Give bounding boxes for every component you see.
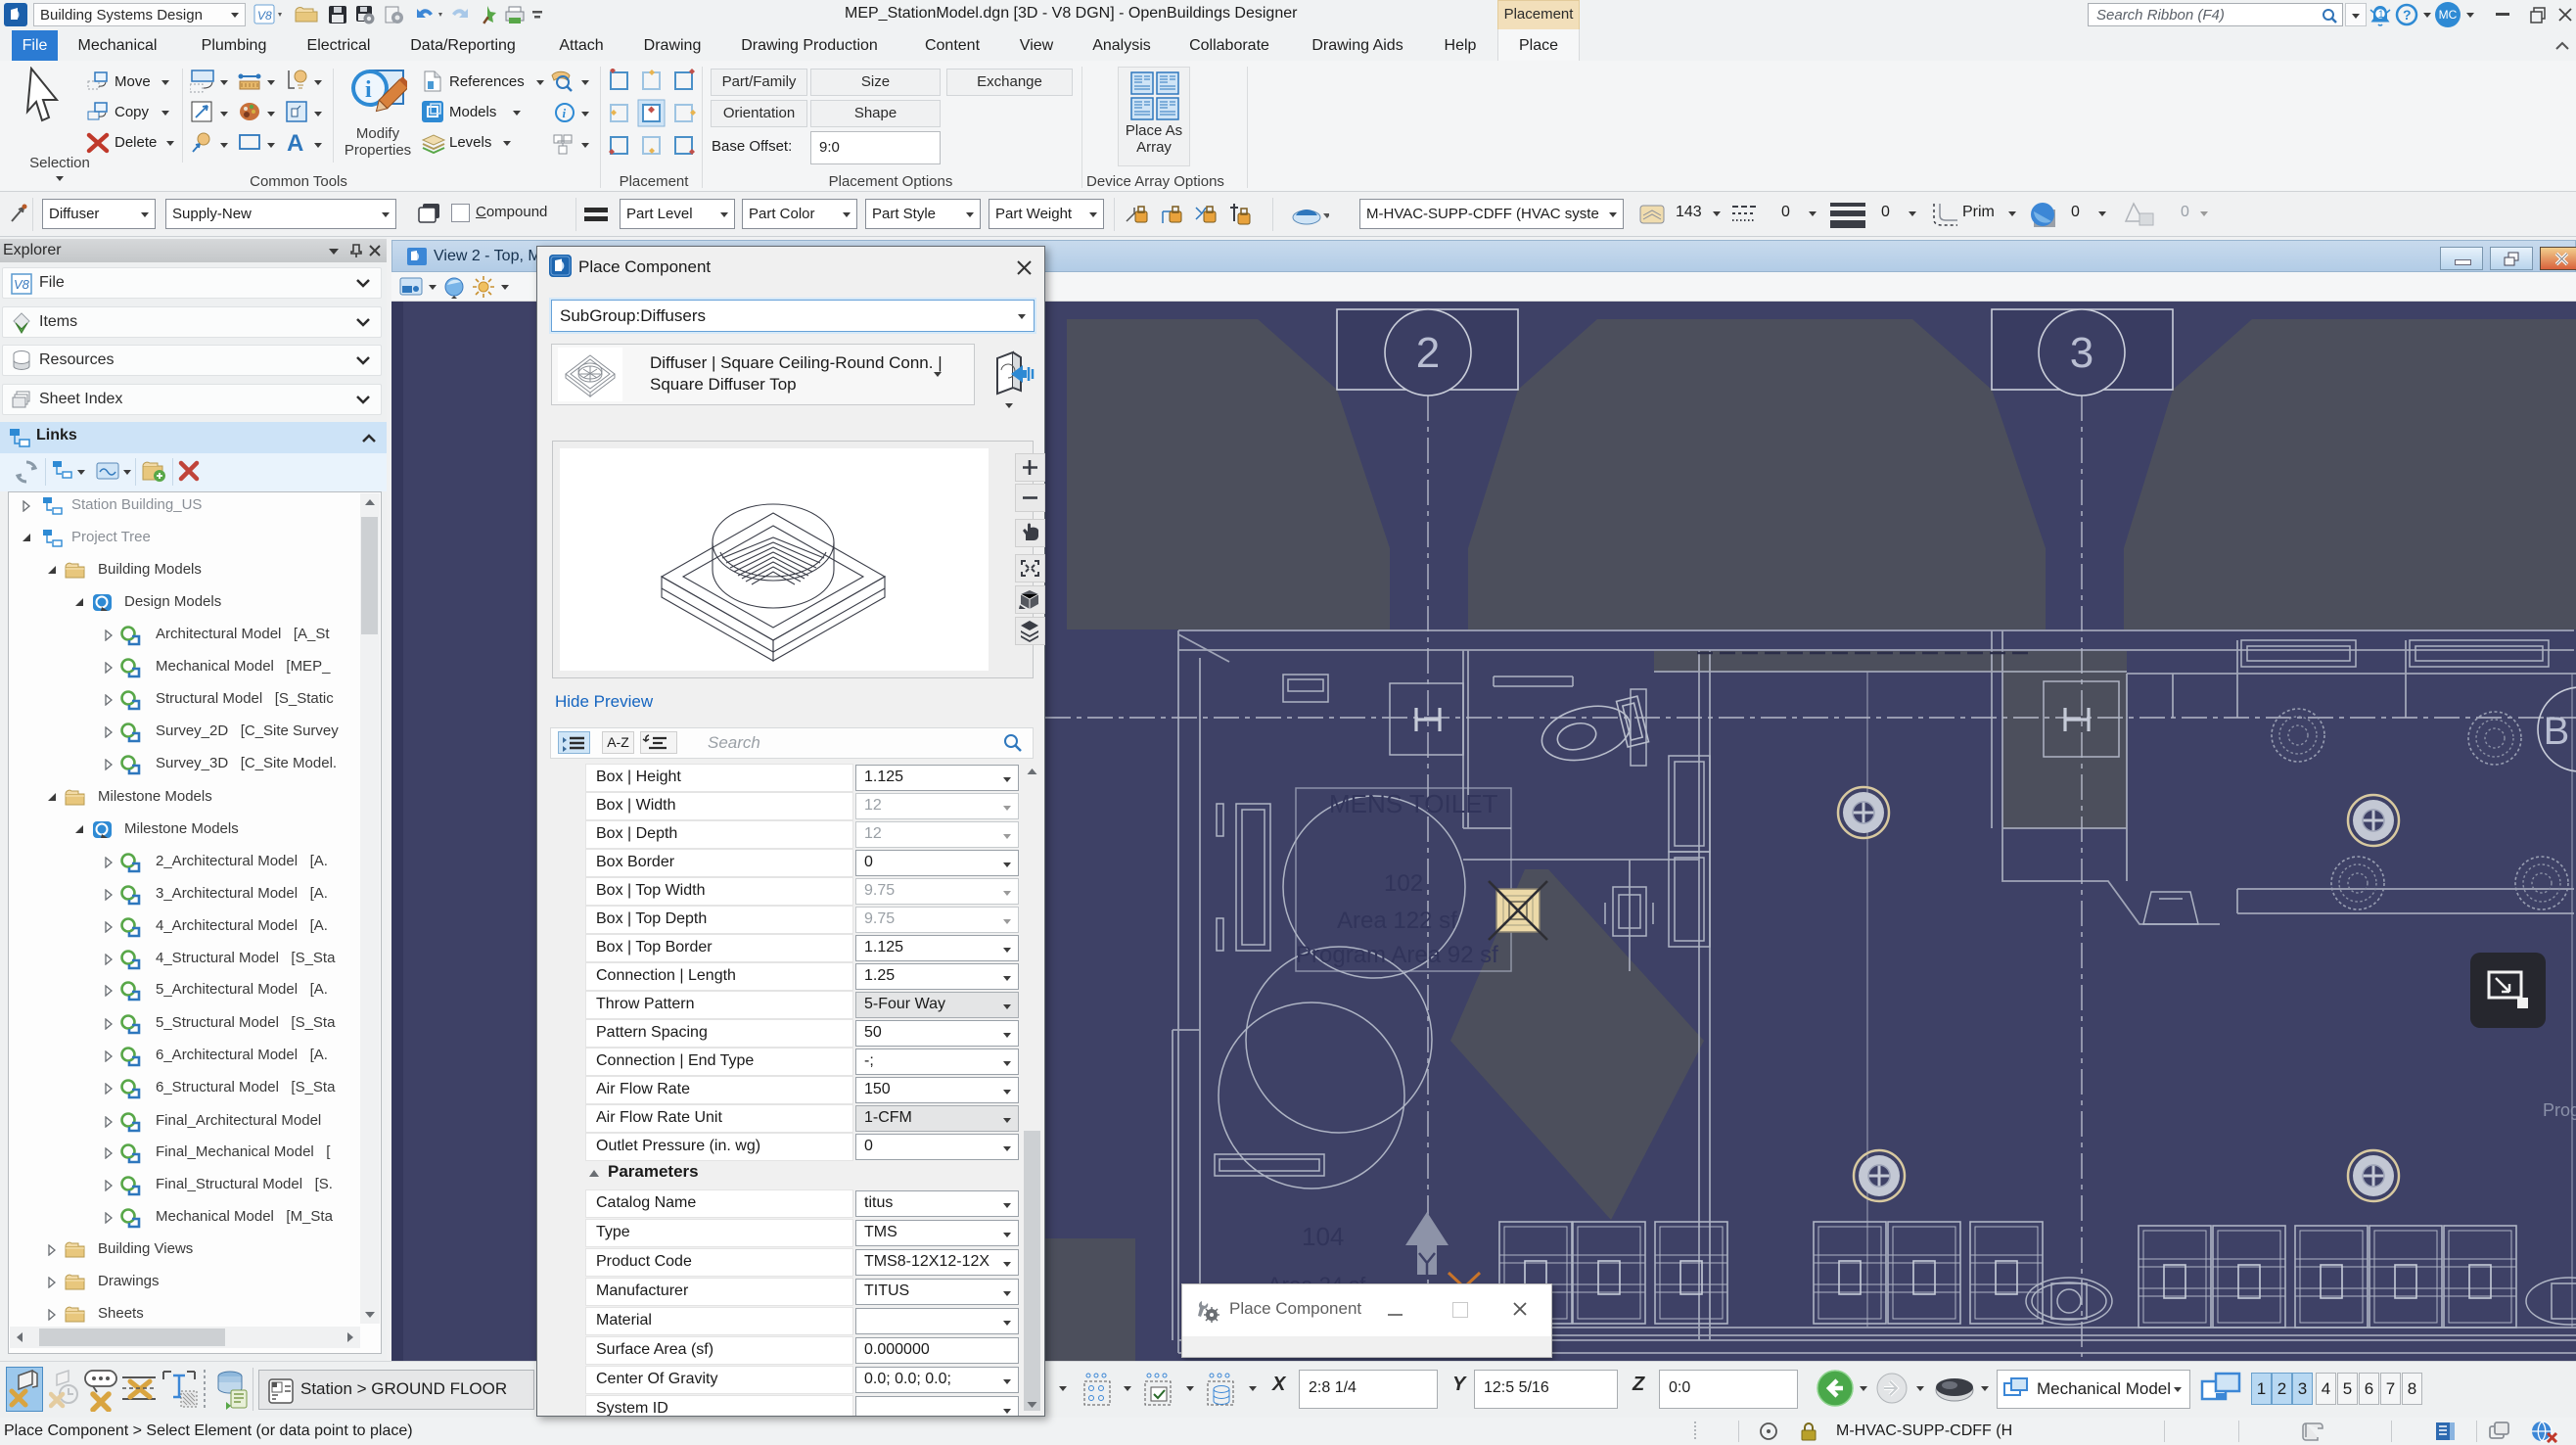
svg-text:V8: V8 [14,277,30,292]
svg-text:1: 1 [2378,9,2384,21]
svg-text:B: B [2544,710,2570,753]
svg-text:3: 3 [2070,329,2093,377]
svg-text:MENS TOILET: MENS TOILET [1329,789,1498,818]
svg-text:Program Area 92 sf: Program Area 92 sf [1296,942,1498,968]
svg-text:Area 122 sf: Area 122 sf [1337,908,1457,934]
svg-text:Progr: Progr [2543,1100,2576,1120]
svg-text:104: 104 [1302,1222,1344,1251]
svg-text:V8: V8 [257,9,272,23]
svg-text:i: i [563,106,567,120]
svg-text:?: ? [2403,7,2412,23]
svg-text:A: A [287,130,303,157]
svg-text:102: 102 [1384,870,1423,897]
svg-text:2: 2 [1416,329,1440,377]
svg-text:i: i [365,77,372,103]
